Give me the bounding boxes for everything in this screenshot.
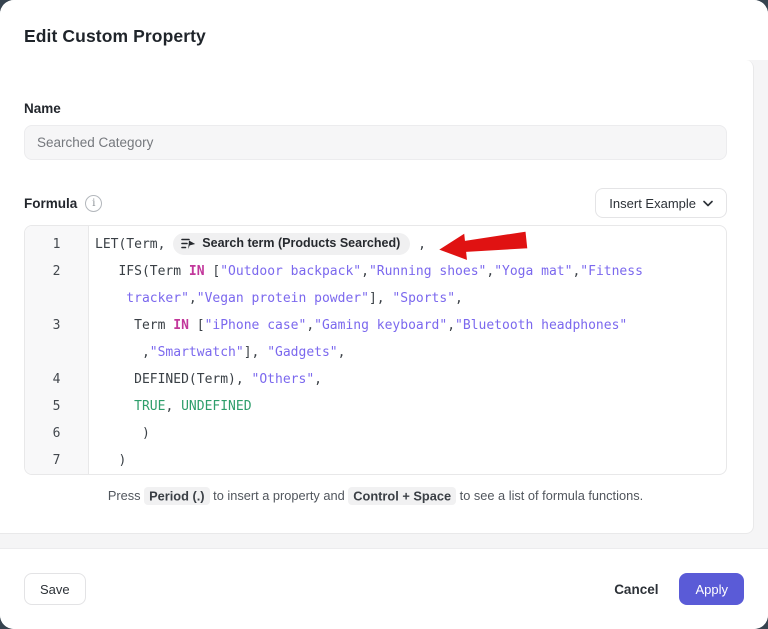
code-segment: ,: [361, 264, 369, 279]
dialog-body: Name Formula i Insert Example 12 3 4567 LE…: [0, 60, 768, 548]
cancel-button[interactable]: Cancel: [614, 582, 658, 597]
code-segment: ],: [369, 291, 392, 306]
hint-prefix: Press: [108, 488, 144, 503]
line-number: 2: [25, 258, 88, 285]
chevron-down-icon: [703, 200, 713, 207]
code-row: Term IN ["iPhone case","Gaming keyboard"…: [95, 312, 718, 339]
code-segment: "Others": [252, 372, 315, 387]
code-segment: IN: [189, 264, 205, 279]
code-segment: UNDEFINED: [181, 399, 251, 414]
editor-hint: Press Period (.) to insert a property an…: [24, 488, 727, 503]
editor-gutter: 12 3 4567: [25, 226, 89, 474]
code-row: IFS(Term IN ["Outdoor backpack","Running…: [95, 258, 718, 285]
code-segment: TRUE: [134, 399, 165, 414]
code-segment: ,: [410, 237, 426, 252]
code-segment: "Fitness: [580, 264, 643, 279]
code-row: ): [95, 447, 718, 474]
line-number: [25, 339, 88, 366]
code-segment: "Outdoor backpack": [220, 264, 361, 279]
hint-suffix: to see a list of formula functions.: [456, 488, 643, 503]
code-segment: "Yoga mat": [494, 264, 572, 279]
formula-label: Formula: [24, 196, 77, 211]
code-segment: "Gadgets": [267, 345, 337, 360]
property-pill-label: Search term (Products Searched): [202, 230, 400, 257]
code-segment: [: [189, 318, 205, 333]
code-segment: "Sports": [392, 291, 455, 306]
hint-middle: to insert a property and: [210, 488, 349, 503]
insert-example-button[interactable]: Insert Example: [595, 188, 727, 218]
line-number: 3: [25, 312, 88, 339]
code-segment: ,: [455, 291, 463, 306]
code-segment: ,: [338, 345, 346, 360]
code-segment: ,: [306, 318, 314, 333]
formula-header-row: Formula i Insert Example: [24, 188, 727, 218]
save-button[interactable]: Save: [24, 573, 86, 605]
code-segment: Term: [134, 318, 173, 333]
dialog-footer: Save Cancel Apply: [0, 548, 768, 629]
code-segment: "Bluetooth headphones": [455, 318, 627, 333]
code-segment: LET(Term,: [95, 237, 173, 252]
code-segment: "iPhone case": [205, 318, 307, 333]
kbd-period: Period (.): [144, 487, 209, 505]
line-number: [25, 285, 88, 312]
code-segment: DEFINED(Term),: [134, 372, 251, 387]
code-row: DEFINED(Term), "Others",: [95, 366, 718, 393]
code-segment: "Smartwatch": [150, 345, 244, 360]
property-cursor-icon: [181, 237, 196, 250]
code-segment: ],: [244, 345, 267, 360]
property-pill[interactable]: Search term (Products Searched): [173, 233, 410, 255]
line-number: 6: [25, 420, 88, 447]
insert-example-label: Insert Example: [609, 196, 696, 211]
line-number: 7: [25, 447, 88, 474]
code-row: tracker","Vegan protein powder"], "Sport…: [95, 285, 718, 312]
code-segment: ): [142, 426, 150, 441]
line-number: 1: [25, 231, 88, 258]
formula-editor[interactable]: 12 3 4567 LET(Term, Search term (Products …: [24, 225, 727, 475]
edit-custom-property-dialog: Edit Custom Property Name Formula i Inse…: [0, 0, 768, 629]
code-segment: "Vegan protein powder": [197, 291, 369, 306]
code-segment: ,: [486, 264, 494, 279]
editor-code[interactable]: LET(Term, Search term (Products Searched…: [89, 226, 726, 474]
name-input[interactable]: [24, 125, 727, 160]
kbd-control-space: Control + Space: [348, 487, 456, 505]
code-segment: tracker": [126, 291, 189, 306]
code-segment: "Running shoes": [369, 264, 486, 279]
line-number: 4: [25, 366, 88, 393]
code-segment: "Gaming keyboard": [314, 318, 447, 333]
code-segment: ,: [189, 291, 197, 306]
apply-button[interactable]: Apply: [679, 573, 744, 605]
line-number: 5: [25, 393, 88, 420]
code-segment: ,: [314, 372, 322, 387]
code-segment: IN: [173, 318, 189, 333]
code-segment: ,: [165, 399, 181, 414]
info-circle-icon[interactable]: i: [85, 195, 102, 212]
code-segment: [: [205, 264, 221, 279]
code-row: LET(Term, Search term (Products Searched…: [95, 231, 718, 258]
code-row: TRUE, UNDEFINED: [95, 393, 718, 420]
code-row: ,"Smartwatch"], "Gadgets",: [95, 339, 718, 366]
content-panel: Name Formula i Insert Example 12 3 4567 LE…: [0, 60, 754, 534]
code-segment: ,: [142, 345, 150, 360]
name-label: Name: [24, 101, 727, 116]
page-title: Edit Custom Property: [24, 26, 744, 47]
code-segment: ,: [447, 318, 455, 333]
code-segment: ): [118, 453, 126, 468]
dialog-header: Edit Custom Property: [0, 0, 768, 60]
code-row: ): [95, 420, 718, 447]
code-segment: IFS(Term: [118, 264, 188, 279]
